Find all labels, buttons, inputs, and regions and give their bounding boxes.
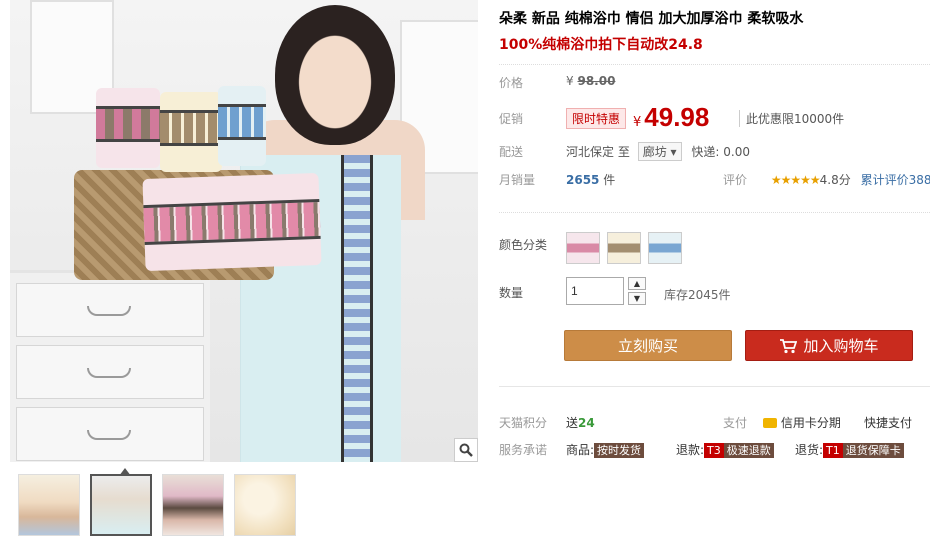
service-refund: 退款: T3 极速退款 [676, 441, 774, 458]
stock-count: 库存2045件 [664, 288, 731, 302]
thumbnail-2[interactable] [90, 468, 152, 536]
shipping-info: 河北保定 至 廊坊 ▾ 快递: 0.00 [566, 142, 750, 161]
sales-count: 2655 [566, 173, 600, 187]
front-pink-towel [142, 172, 322, 272]
destination-select[interactable]: 廊坊 ▾ [637, 142, 682, 161]
swatch-pink[interactable] [566, 232, 600, 264]
product-subtitle: 100%纯棉浴巾拍下自动改24.8 [499, 37, 703, 53]
folded-beige-towel [160, 92, 222, 172]
payment-label: 支付 [723, 416, 748, 430]
service-return: 退货: T1 退货保障卡 [795, 441, 904, 458]
review-count-link[interactable]: 累计评价388 [861, 173, 930, 187]
return-label: 退货: [795, 443, 824, 457]
price-label: 价格 [499, 76, 524, 90]
product-gallery [10, 0, 478, 543]
active-thumb-indicator [119, 468, 131, 476]
promo-badge: 限时特惠 [566, 108, 627, 129]
destination-value: 廊坊 [642, 145, 667, 159]
chevron-down-icon: ▾ [670, 145, 677, 159]
zoom-icon[interactable] [454, 438, 478, 462]
product-title: 朵柔 新品 纯棉浴巾 情侣 加大加厚浴巾 柔软吸水 [499, 11, 804, 27]
main-product-image[interactable] [10, 0, 478, 462]
refund-code: T3 [704, 443, 724, 458]
quantity-decrease-icon[interactable]: ▼ [628, 292, 646, 305]
points-value: 送24 [566, 414, 595, 431]
points-label: 天猫积分 [499, 416, 548, 430]
service-goods: 商品: 按时发货 [566, 441, 645, 458]
dresser-decor [10, 270, 210, 462]
monthly-sales: 2655 件 [566, 171, 615, 188]
ship-to-word: 至 [617, 145, 630, 159]
color-label: 颜色分类 [499, 238, 548, 252]
rating-stars-icon: ★★★★★ [770, 173, 821, 187]
credit-card-icon [763, 418, 777, 428]
monthly-sales-label: 月销量 [499, 173, 536, 187]
goods-label: 商品: [566, 443, 595, 457]
buy-now-button[interactable]: 立刻购买 [564, 330, 732, 361]
currency-symbol: ¥ [566, 74, 574, 88]
currency-symbol: ¥ [633, 115, 642, 130]
thumbnail-3[interactable] [162, 474, 224, 536]
shipping-label: 配送 [499, 145, 524, 159]
folded-pink-towel [96, 88, 160, 168]
service-label: 服务承诺 [499, 443, 548, 457]
points-send: 送 [566, 416, 579, 430]
thumbnail-1[interactable] [18, 474, 80, 536]
sales-unit: 件 [603, 173, 616, 187]
buy-now-label: 立刻购买 [617, 337, 678, 355]
credit-installment[interactable]: 信用卡分期 [763, 414, 841, 431]
points-amount: 24 [578, 416, 595, 430]
divider [499, 64, 930, 65]
swatch-beige[interactable] [607, 232, 641, 264]
swatch-blue[interactable] [648, 232, 682, 264]
promo-limit: 此优惠限10000件 [739, 110, 844, 127]
cart-icon [780, 338, 798, 353]
ship-from: 河北保定 [566, 145, 615, 159]
quantity-input[interactable] [566, 277, 624, 305]
promo-price-value: 49.98 [644, 102, 710, 132]
divider [499, 386, 930, 387]
quantity-increase-icon[interactable]: ▲ [628, 277, 646, 290]
original-price: ¥ 98.00 [566, 74, 615, 88]
divider [499, 212, 930, 213]
rating-score: 4.8分 [819, 173, 851, 187]
return-tag: 退货保障卡 [842, 443, 904, 458]
goods-tag: 按时发货 [594, 443, 645, 458]
add-to-cart-label: 加入购物车 [803, 337, 879, 355]
add-to-cart-button[interactable]: 加入购物车 [745, 330, 913, 361]
model-head [275, 5, 395, 145]
original-price-value: 98.00 [577, 74, 616, 88]
promo-label: 促销 [499, 112, 524, 126]
folded-blue-towel [218, 86, 266, 166]
return-code: T1 [823, 443, 843, 458]
rating-summary: 评价 ★★★★★4.8分 累计评价388 [723, 171, 930, 188]
refund-tag: 极速退款 [723, 443, 774, 458]
refund-label: 退款: [676, 443, 705, 457]
express-fee: 快递: 0.00 [691, 145, 750, 159]
thumbnail-4[interactable] [234, 474, 296, 536]
rating-label: 评价 [723, 173, 748, 187]
quick-pay[interactable]: 快捷支付 [864, 414, 912, 431]
quantity-label: 数量 [499, 286, 524, 300]
product-info-panel: 朵柔 新品 纯棉浴巾 情侣 加大加厚浴巾 柔软吸水 100%纯棉浴巾拍下自动改2… [499, 0, 930, 543]
credit-installment-label: 信用卡分期 [780, 416, 841, 430]
promo-price: ¥49.98 [633, 102, 709, 133]
